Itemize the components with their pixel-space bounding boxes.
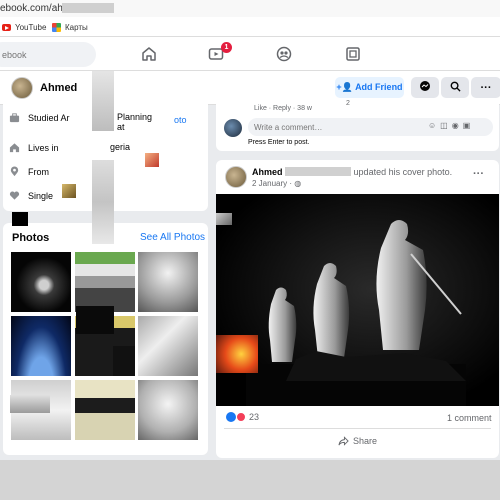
photo-thumbnail[interactable] [138,316,198,376]
photo-thumbnail[interactable] [75,380,135,440]
post-action: updated his cover photo. [353,167,453,177]
address-bar[interactable]: ebook.com/ahmed. [0,0,500,17]
photo-thumbnail[interactable] [11,252,71,312]
photos-card: Photos See All Photos [3,223,208,455]
bookmark-maps[interactable]: Карты [52,23,88,32]
bookmark-label: Карты [65,23,88,32]
add-friend-button[interactable]: +👤 Add Friend [335,77,404,98]
comment-tools-icon[interactable]: ☺◫◉▣ [428,121,474,130]
divider [224,428,491,429]
gaming-icon[interactable] [345,46,361,62]
comment-reaction-count: 2 [346,100,350,107]
glitch-block [62,184,76,198]
glitch-block [145,153,159,167]
love-icon [236,412,246,422]
intro-item-relationship: Single [9,190,53,201]
intro-item-from: From [9,166,49,177]
avatar [224,119,242,137]
photo-thumbnail[interactable] [11,316,71,376]
see-all-photos-link[interactable]: See All Photos [140,232,205,243]
post-author[interactable]: Ahmed [252,167,283,177]
intro-text: Single [28,190,54,201]
search-icon [450,81,461,92]
share-label: Share [353,436,378,446]
glitch-block [12,212,28,226]
location-icon [10,166,19,177]
reactions-count: 23 [249,412,260,422]
add-friend-label: Add Friend [355,82,403,92]
globe-icon: ◍ [294,179,302,188]
briefcase-icon [9,113,20,123]
avatar[interactable] [225,166,247,188]
bookmark-label: YouTube [15,23,47,32]
intro-item-study: Studied Ar Planning at [9,112,152,132]
photo-thumbnail[interactable] [138,252,198,312]
comments-count-link[interactable]: 1 comment [447,413,492,423]
cover-photo[interactable] [216,194,499,406]
comment-actions[interactable]: Like · Reply · 38 w [254,105,312,112]
intro-text-continued: Planning at [117,112,153,132]
intro-text: From [28,166,49,177]
messenger-button[interactable] [411,77,439,98]
post-header: Ahmed updated his cover photo. [252,167,452,177]
search-input[interactable] [0,42,96,67]
glitch-block [76,306,114,334]
profile-name[interactable]: Ahmed [40,82,77,94]
intro-fragment: oto [174,115,187,125]
author-redaction [285,167,352,176]
maps-icon [52,23,61,32]
photos-title: Photos [12,232,50,244]
comment-hint: Press Enter to post. [248,139,310,146]
glitch-block [216,335,258,373]
statues-photo [216,194,499,406]
top-navigation [0,37,500,71]
page-background-bottom [0,460,500,500]
glitch-block [92,71,114,131]
glitch-block [92,160,114,244]
intro-text-continued: geria [110,142,131,152]
share-button[interactable]: Share [338,436,377,446]
heart-icon [9,191,20,200]
photo-thumbnail[interactable] [138,380,198,440]
home-icon[interactable] [141,46,157,62]
youtube-icon [2,24,11,31]
home-icon [9,143,20,153]
post-date-text: 2 January · [252,179,295,188]
add-friend-icon: +👤 [336,82,353,92]
url-redaction [62,3,114,13]
post-date[interactable]: 2 January · ◍ [252,179,301,188]
groups-icon[interactable] [276,46,292,62]
post-more-icon[interactable]: ··· [473,168,484,180]
search-profile-button[interactable] [441,77,469,98]
messenger-icon [420,81,430,91]
like-icon [226,412,236,422]
avatar[interactable] [11,77,33,99]
notification-badge: 1 [221,42,232,53]
bookmarks-bar: YouTube Карты [0,17,500,37]
photo-thumbnail[interactable] [75,252,135,312]
intro-item-lives: Lives in geria [9,142,130,153]
bookmark-youtube[interactable]: YouTube [2,23,46,32]
comments-card: Like · Reply · 38 w 2 ☺◫◉▣ Press Enter t… [216,100,499,151]
more-options-button[interactable]: ··· [471,77,500,98]
post-card: Ahmed updated his cover photo. 2 January… [216,160,499,458]
share-icon [338,436,349,446]
intro-text: Lives in [28,142,59,153]
glitch-block [10,395,50,413]
reactions-summary[interactable]: 23 [226,412,259,422]
intro-text: Studied Ar [28,112,70,123]
glitch-block [113,346,135,376]
glitch-block [216,213,232,225]
